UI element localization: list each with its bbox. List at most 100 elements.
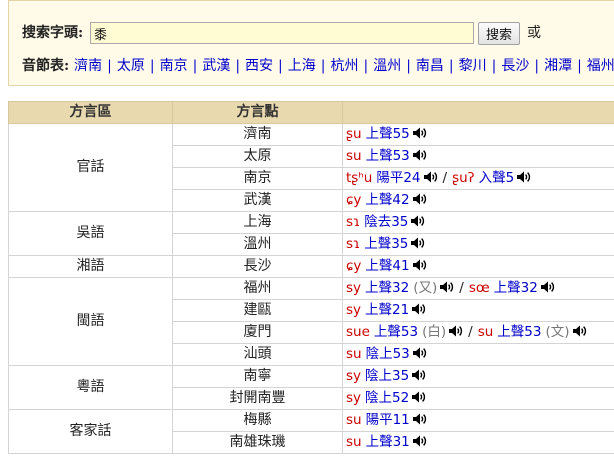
reading-note: (又) [413,280,438,296]
speaker-icon[interactable] [411,237,425,249]
link-separator: | [363,58,369,74]
speaker-icon[interactable] [411,215,425,227]
tone-link[interactable]: 陰去35 [364,214,408,230]
tone-link[interactable]: 上聲53 [366,148,410,164]
tone-link[interactable]: 上聲42 [365,192,409,208]
syllabary-link[interactable]: 福州 [587,58,614,74]
ipa-text: ʂuʔ [452,170,475,186]
speaker-icon[interactable] [440,281,454,293]
speaker-icon[interactable] [540,281,555,293]
speaker-icon[interactable] [412,303,426,315]
location-cell: 上海 [172,211,343,234]
reading-separator: / [468,324,473,340]
speaker-icon[interactable] [572,325,587,337]
speaker-icon[interactable] [449,325,463,337]
reading-cell: ɕy 上聲41 [342,255,614,278]
region-cell: 湘語 [8,255,173,278]
table-row: 湘語 長沙 ɕy 上聲41 [8,255,614,278]
syllabary-link[interactable]: 西安 [245,58,273,74]
or-text: 或 [527,25,541,41]
tone-link[interactable]: 陰上53 [366,346,410,362]
syllabary-link[interactable]: 杭州 [330,58,358,74]
tone-link[interactable]: 上聲55 [366,126,410,142]
syllabary-link[interactable]: 溫州 [373,58,401,74]
syllabary-link[interactable]: 黎川 [459,58,487,74]
region-cell: 吳語 [8,211,173,256]
reading-cell: sɿ 陰去35 [342,211,614,234]
region-cell: 粵語 [8,365,173,410]
syllabary-link[interactable]: 南京 [160,58,188,74]
ipa-text: su [346,346,362,362]
reading-cell: sue 上聲53 (白) / su 上聲53 (文) [342,321,614,344]
ipa-text: su [346,412,362,428]
ipa-text: sy [346,390,362,406]
link-separator: | [534,58,540,74]
location-cell: 太原 [172,145,343,168]
tone-link[interactable]: 上聲32 [365,280,409,296]
ipa-text: sœ [468,280,490,296]
speaker-icon[interactable] [412,391,426,403]
link-separator: | [320,58,326,74]
location-cell: 南京 [172,167,343,190]
reading-cell: su 上聲31 [342,431,614,454]
speaker-icon[interactable] [412,413,427,425]
speaker-icon[interactable] [517,171,531,183]
speaker-icon[interactable] [412,347,427,359]
tone-link[interactable]: 上聲41 [365,258,409,274]
tone-link[interactable]: 上聲53 [374,324,418,340]
tone-link[interactable]: 上聲32 [494,280,538,296]
search-button[interactable]: 搜索 [478,22,520,45]
reading-cell: tʂʰu 陽平24 /ʂuʔ 入聲5 [342,167,614,190]
link-separator: | [577,58,582,74]
table-row: 客家話 梅縣 su 陽平11 [8,409,614,454]
syllabary-link[interactable]: 長沙 [501,58,529,74]
ipa-text: sy [346,302,362,318]
table-body: 官話 濟南 ʂu 上聲55 太原 su 上聲53 南京 tʂʰu 陽平24/ʂuʔ 入聲5 武漢 ɕy 上… [8,123,614,454]
link-separator: | [107,58,112,74]
ipa-text: su [346,434,362,450]
link-separator: | [491,58,497,74]
syllabary-link[interactable]: 上海 [288,58,316,74]
syllabary-link[interactable]: 南昌 [416,58,444,74]
location-cell: 長沙 [172,255,343,278]
reading-cell: sy 上聲21 [342,299,614,322]
tone-link[interactable]: 陽平11 [366,412,410,428]
table-row: 官話 濟南 ʂu 上聲55 [8,123,614,212]
location-cell: 梅縣 [172,409,343,432]
speaker-icon[interactable] [412,127,427,139]
syllabary-link[interactable]: 濟南 [74,58,102,74]
location-cell: 封開南豐 [172,387,343,410]
location-cell: 汕頭 [172,343,343,366]
tone-link[interactable]: 入聲5 [479,170,515,186]
ipa-text: ɕy [346,192,362,208]
location-cell: 廈門 [172,321,343,344]
syllabary-link[interactable]: 太原 [117,58,145,74]
speaker-icon[interactable] [423,171,438,183]
tone-link[interactable]: 上聲21 [365,302,409,318]
tone-link[interactable]: 上聲35 [364,236,408,252]
location-cell: 溫州 [172,233,343,256]
speaker-icon[interactable] [412,149,427,161]
table-row: 閩語 福州 sy 上聲32 (又) / sœ 上聲32 [8,277,614,366]
search-panel: 搜索字頭: 搜索 或 音節表:濟南|太原|南京|武漢|西安|上海|杭州|溫州|南… [8,0,614,86]
reading-cell: su 陰上53 [342,343,614,366]
tone-link[interactable]: 上聲53 [497,324,541,340]
ipa-text: sɿ [346,236,361,252]
tone-link[interactable]: 陽平24 [376,170,420,186]
ipa-text: ʂu [346,126,362,142]
speaker-icon[interactable] [412,259,427,271]
tone-link[interactable]: 陰上52 [365,390,409,406]
speaker-icon[interactable] [412,435,427,447]
header-location: 方言點 [172,101,343,124]
tone-link[interactable]: 陰上35 [365,368,409,384]
reading-cell: sy 陰上35 [342,365,614,388]
reading-note: (文) [545,324,570,340]
reading-cell: su 上聲53 [342,145,614,168]
speaker-icon[interactable] [412,193,427,205]
reading-cell: ɕy 上聲42 [342,189,614,212]
search-input[interactable] [90,22,474,44]
tone-link[interactable]: 上聲31 [366,434,410,450]
speaker-icon[interactable] [412,369,426,381]
syllabary-link[interactable]: 武漢 [202,58,230,74]
syllabary-link[interactable]: 湘潭 [544,58,572,74]
